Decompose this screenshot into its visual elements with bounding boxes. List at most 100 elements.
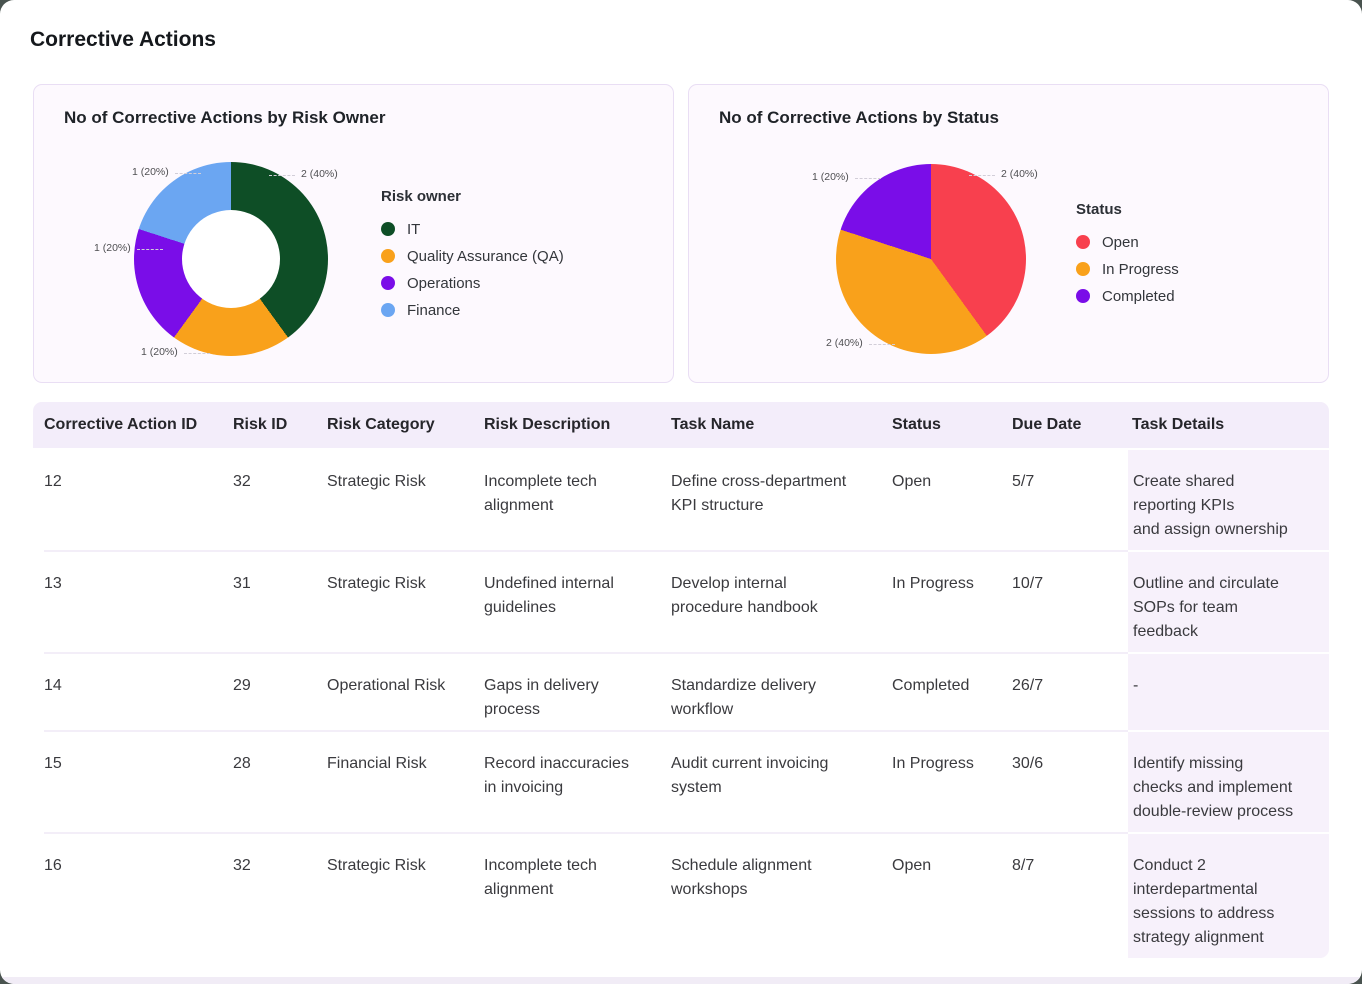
cell-risk-description: Incomplete tech alignment [484,832,671,958]
corrective-actions-page: Corrective Actions No of Corrective Acti… [0,0,1362,984]
cell-due-date: 30/6 [1012,730,1132,832]
chart-title: No of Corrective Actions by Status [719,108,999,128]
cell-risk-id: 29 [233,652,327,730]
cell-risk-id: 28 [233,730,327,832]
legend-items: Open In Progress Completed [1076,233,1179,305]
column-header-risk-category: Risk Category [327,416,484,434]
slice-label-operations: 1 (20%) [94,242,131,254]
column-header-task-details: Task Details [1132,416,1329,434]
legend-item[interactable]: Quality Assurance (QA) [381,247,564,265]
column-header-task-name: Task Name [671,416,892,434]
cell-status: Open [892,832,1012,958]
legend-item[interactable]: Completed [1076,287,1179,305]
table-row: 1528Financial RiskRecord inaccuracies in… [33,730,1329,832]
risk-owner-legend: Risk owner IT Quality Assurance (QA) Opera… [381,188,564,319]
status-pie-chart[interactable] [836,164,1026,354]
cell-status: Completed [892,652,1012,730]
cell-task-name: Schedule alignment workshops [671,832,892,958]
page-bottom-strip [0,977,1362,984]
column-header-status: Status [892,416,1012,434]
cell-task-name: Standardize delivery workflow [671,652,892,730]
status-legend: Status Open In Progress Completed [1076,201,1179,305]
cell-task-name: Define cross-department KPI structure [671,450,892,550]
legend-label: Open [1102,234,1139,251]
table-row: 1632Strategic RiskIncomplete tech alignm… [33,832,1329,958]
cell-task-details: Outline and circulate SOPs for team feed… [1128,550,1329,652]
cell-risk-description: Incomplete tech alignment [484,450,671,550]
column-header-risk-description: Risk Description [484,416,671,434]
legend-item[interactable]: In Progress [1076,260,1179,278]
legend-swatch-icon [381,222,395,236]
legend-items: IT Quality Assurance (QA) Operations Financ… [381,220,564,319]
slice-label-in-progress: 2 (40%) [826,337,863,349]
legend-item[interactable]: Operations [381,274,564,292]
cell-status: Open [892,450,1012,550]
legend-label: IT [407,221,420,238]
cell-corrective-action-id: 15 [44,730,233,832]
legend-title: Risk owner [381,188,564,205]
risk-owner-chart-card: No of Corrective Actions by Risk Owner 2… [33,84,674,383]
cell-corrective-action-id: 16 [44,832,233,958]
slice-label-qa: 1 (20%) [141,346,178,358]
column-header-risk-id: Risk ID [233,416,327,434]
table-body: 1232Strategic RiskIncomplete tech alignm… [33,450,1329,958]
legend-swatch-icon [1076,235,1090,249]
cell-risk-id: 31 [233,550,327,652]
cell-risk-category: Strategic Risk [327,450,484,550]
legend-label: In Progress [1102,261,1179,278]
cell-risk-id: 32 [233,450,327,550]
risk-owner-donut-chart[interactable] [134,162,328,356]
table-row: 1331Strategic RiskUndefined internal gui… [33,550,1329,652]
legend-label: Operations [407,275,480,292]
legend-item[interactable]: Finance [381,301,564,319]
cell-risk-description: Record inaccuracies in invoicing [484,730,671,832]
cell-due-date: 26/7 [1012,652,1132,730]
cell-risk-category: Operational Risk [327,652,484,730]
page-title: Corrective Actions [30,28,216,52]
cell-task-details: Identify missing checks and implement do… [1128,730,1329,832]
legend-swatch-icon [381,303,395,317]
cell-risk-description: Undefined internal guidelines [484,550,671,652]
cell-risk-category: Strategic Risk [327,550,484,652]
column-header-due-date: Due Date [1012,416,1132,434]
legend-swatch-icon [1076,289,1090,303]
legend-swatch-icon [1076,262,1090,276]
cell-task-details: - [1128,652,1329,730]
column-header-corrective-action-id: Corrective Action ID [44,416,233,434]
cell-risk-description: Gaps in delivery process [484,652,671,730]
chart-title: No of Corrective Actions by Risk Owner [64,108,386,128]
cell-corrective-action-id: 14 [44,652,233,730]
table-row: 1232Strategic RiskIncomplete tech alignm… [33,450,1329,550]
cell-due-date: 5/7 [1012,450,1132,550]
corrective-actions-table: Corrective Action ID Risk ID Risk Catego… [33,402,1329,958]
legend-title: Status [1076,201,1179,218]
cell-due-date: 8/7 [1012,832,1132,958]
slice-label-completed: 1 (20%) [812,171,849,183]
slice-label-open: 2 (40%) [1001,168,1038,180]
cell-corrective-action-id: 12 [44,450,233,550]
cell-status: In Progress [892,550,1012,652]
legend-item[interactable]: Open [1076,233,1179,251]
cell-corrective-action-id: 13 [44,550,233,652]
legend-label: Quality Assurance (QA) [407,248,564,265]
legend-label: Finance [407,302,460,319]
cell-risk-id: 32 [233,832,327,958]
slice-label-finance: 1 (20%) [132,166,169,178]
slice-label-it: 2 (40%) [301,168,338,180]
status-chart-card: No of Corrective Actions by Status 2 (40… [688,84,1329,383]
cell-due-date: 10/7 [1012,550,1132,652]
table-row: 1429Operational RiskGaps in delivery pro… [33,652,1329,730]
cell-task-details: Create shared reporting KPIs and assign … [1128,450,1329,550]
legend-item[interactable]: IT [381,220,564,238]
legend-swatch-icon [381,249,395,263]
legend-label: Completed [1102,288,1175,305]
donut-hole [182,210,280,308]
cell-risk-category: Strategic Risk [327,832,484,958]
cell-task-details: Conduct 2 interdepartmental sessions to … [1128,832,1329,958]
cell-status: In Progress [892,730,1012,832]
table-header-row: Corrective Action ID Risk ID Risk Catego… [33,402,1329,450]
cell-task-name: Audit current invoicing system [671,730,892,832]
cell-task-name: Develop internal procedure handbook [671,550,892,652]
legend-swatch-icon [381,276,395,290]
cell-risk-category: Financial Risk [327,730,484,832]
